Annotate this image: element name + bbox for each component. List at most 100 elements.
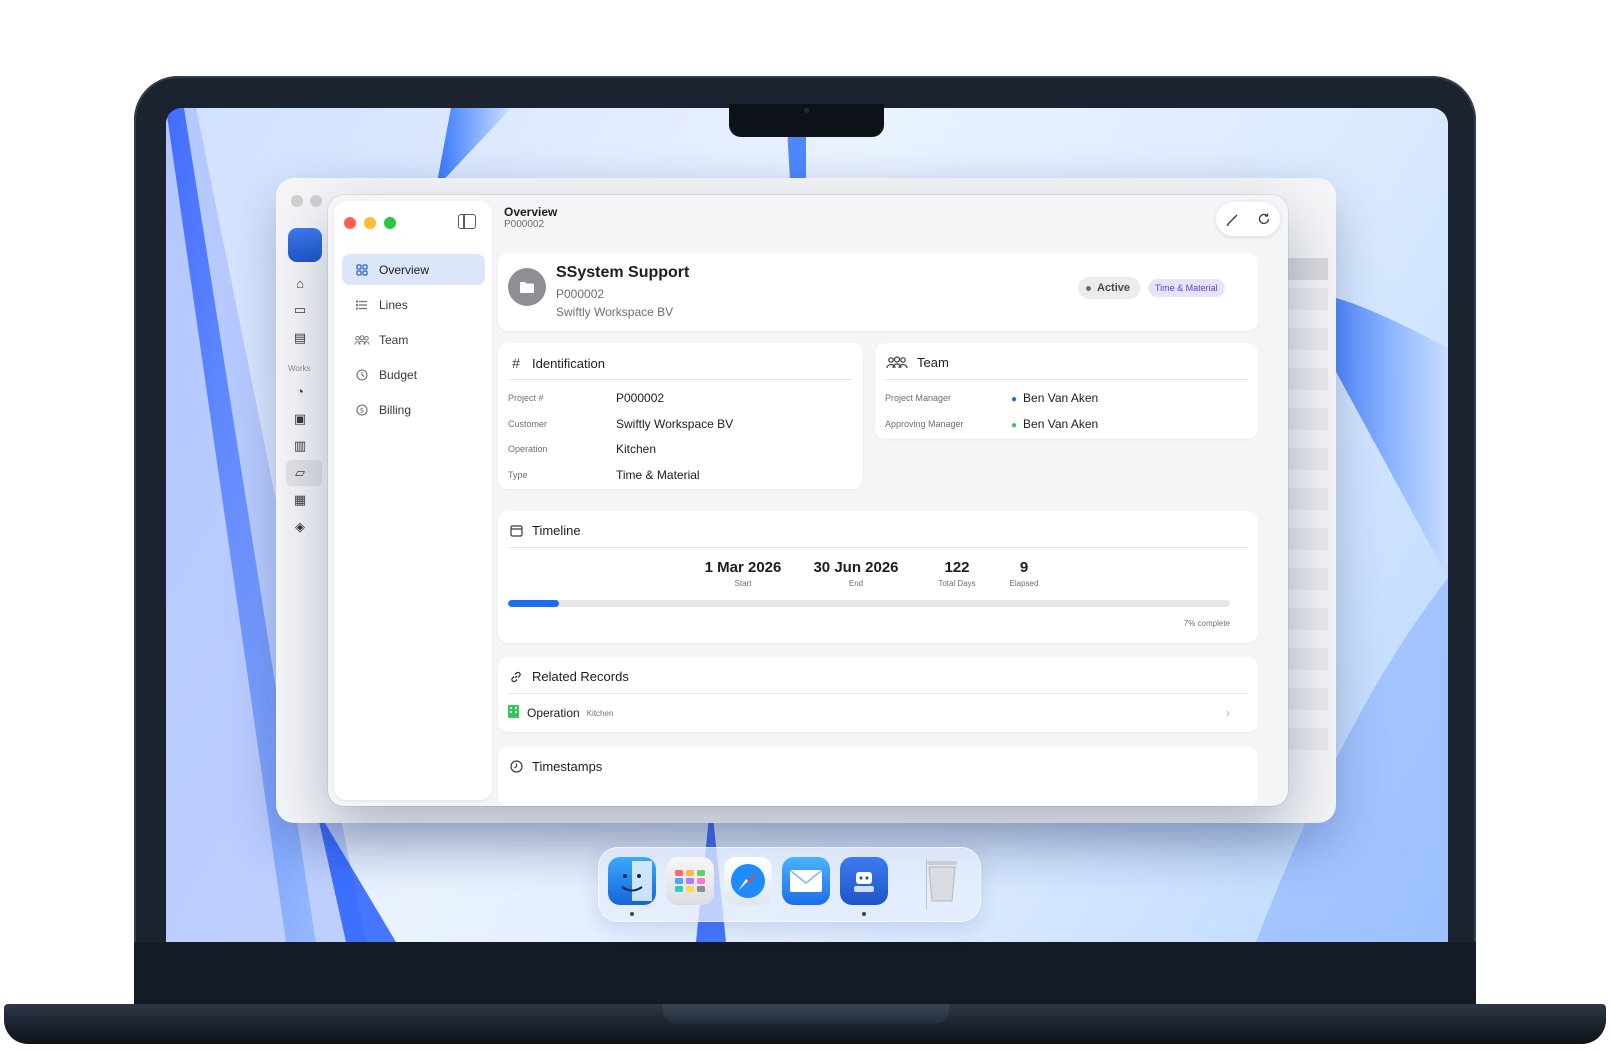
bg-window-dot <box>291 195 303 207</box>
close-window-button[interactable] <box>344 217 356 229</box>
folder-avatar-icon <box>508 268 546 306</box>
stat-value: 9 <box>1019 559 1029 576</box>
link-icon <box>508 670 524 684</box>
kv-label: Operation <box>508 444 548 454</box>
person-check-icon: ● <box>1011 420 1018 431</box>
stat-caption: Start <box>734 579 752 588</box>
bg-list-row <box>1284 648 1328 670</box>
gauge-icon[interactable]: ◔ <box>292 384 308 400</box>
project-window: Overview Lines Team Budget $ Billing Ove… <box>328 195 1288 806</box>
bg-list-row <box>1284 608 1328 630</box>
briefcase-icon[interactable]: ▣ <box>292 411 308 427</box>
sidebar-item-label: Lines <box>379 297 408 312</box>
camera <box>804 108 809 113</box>
person-name: Ben Van Aken <box>1023 391 1099 405</box>
related-row-operation[interactable]: Operation Kitchen › <box>508 703 1230 723</box>
stat-value: 1 Mar 2026 <box>704 559 782 576</box>
project-number: P000002 <box>556 287 605 301</box>
kv-value: Kitchen <box>616 442 657 456</box>
bg-list-row <box>1284 368 1328 390</box>
divider <box>508 693 1248 694</box>
kv-value: Swiftly Workspace BV <box>616 417 734 431</box>
building-icon[interactable]: ▥ <box>292 438 308 454</box>
list-icon <box>354 297 370 313</box>
clock-icon <box>508 760 524 773</box>
launchpad-icon[interactable] <box>666 857 714 905</box>
running-indicator <box>630 912 634 916</box>
identification-card: # Identification Project # P000002 Custo… <box>498 343 863 489</box>
box-icon[interactable]: ◈ <box>292 519 308 535</box>
people-icon <box>354 332 370 348</box>
page-subtitle: P000002 <box>504 219 545 230</box>
chat-icon[interactable]: ▤ <box>292 330 308 346</box>
kv-label: Project Manager <box>885 393 952 403</box>
dollar-icon: $ <box>354 402 370 418</box>
minimize-window-button[interactable] <box>364 217 376 229</box>
stat-caption: End <box>848 579 864 588</box>
related-records-title: Related Records <box>508 669 629 684</box>
folder-icon[interactable]: ▱ <box>292 465 308 481</box>
timestamps-title: Timestamps <box>508 759 602 774</box>
chevron-right-icon: › <box>1226 706 1230 720</box>
edit-button[interactable] <box>1220 207 1244 231</box>
divider <box>508 547 1248 548</box>
kv-value-person[interactable]: ● Ben Van Aken <box>1011 391 1098 405</box>
pencil-icon <box>1225 214 1237 226</box>
timeline-progress-track <box>508 600 1230 607</box>
status-badge: Active <box>1078 277 1141 299</box>
bg-list-row <box>1284 528 1328 550</box>
bg-list-row <box>1284 448 1328 470</box>
sidebar-toggle-icon[interactable] <box>458 214 476 229</box>
refresh-icon <box>1258 213 1270 225</box>
stat-value: 122 <box>944 559 970 576</box>
refresh-button[interactable] <box>1252 207 1276 231</box>
running-indicator <box>862 912 866 916</box>
sidebar-item-budget[interactable]: Budget <box>342 359 485 390</box>
sidebar-item-overview[interactable]: Overview <box>342 254 485 285</box>
mail-icon[interactable] <box>782 857 830 905</box>
timeline-title: Timeline <box>508 523 581 538</box>
stat-caption: Total Days <box>938 579 976 588</box>
project-customer: Swiftly Workspace BV <box>556 305 674 319</box>
kv-value-person[interactable]: ● Ben Van Aken <box>1011 417 1098 431</box>
timeline-stat-end: 30 Jun 2026 End <box>806 559 906 588</box>
calendar-icon <box>508 524 524 537</box>
sidebar-nav: Overview Lines Team Budget $ Billing <box>342 254 485 429</box>
bg-list-row <box>1284 568 1328 590</box>
home-icon[interactable]: ⌂ <box>292 276 308 292</box>
film-icon[interactable]: ▦ <box>292 492 308 508</box>
sidebar-item-label: Budget <box>379 367 418 382</box>
kv-label: Approving Manager <box>885 419 964 429</box>
status-dot-icon <box>1086 285 1091 291</box>
safari-icon[interactable] <box>724 857 772 905</box>
section-title-label: Identification <box>532 355 605 371</box>
person-name: Ben Van Aken <box>1023 417 1099 431</box>
sidebar-item-label: Billing <box>379 402 412 417</box>
stat-caption: Elapsed <box>1009 579 1039 588</box>
project-name: SSystem Support <box>556 264 690 281</box>
workspace-app-icon[interactable] <box>840 857 888 905</box>
bg-list <box>1284 258 1328 778</box>
zoom-window-button[interactable] <box>384 217 396 229</box>
sidebar: Overview Lines Team Budget $ Billing <box>334 201 492 800</box>
section-title-label: Timeline <box>532 523 581 538</box>
device-mockup: ⌂ ▭ ▤ Works ◔ ▣ ▥ ▱ ▦ ◈ Overview Lines T… <box>0 0 1610 1050</box>
bg-list-row <box>1284 728 1328 750</box>
toolbar-actions <box>1216 202 1280 236</box>
inbox-icon[interactable]: ▭ <box>292 302 308 318</box>
sidebar-item-team[interactable]: Team <box>342 324 485 355</box>
section-title-label: Timestamps <box>532 759 603 774</box>
finder-icon[interactable] <box>608 857 656 905</box>
kv-value: Time & Material <box>616 468 700 482</box>
bg-window-dot <box>310 195 322 207</box>
hash-icon: # <box>512 355 520 371</box>
trash-icon[interactable] <box>918 857 966 905</box>
sidebar-item-billing[interactable]: $ Billing <box>342 394 485 425</box>
sidebar-item-lines[interactable]: Lines <box>342 289 485 320</box>
main-content: Overview P000002 SSystem Support P000002… <box>498 195 1288 806</box>
kv-value: P000002 <box>616 391 665 405</box>
sidebar-item-label: Overview <box>379 262 430 277</box>
type-badge: Time & Material <box>1148 279 1225 297</box>
people-icon <box>885 356 909 369</box>
dock <box>598 847 981 922</box>
